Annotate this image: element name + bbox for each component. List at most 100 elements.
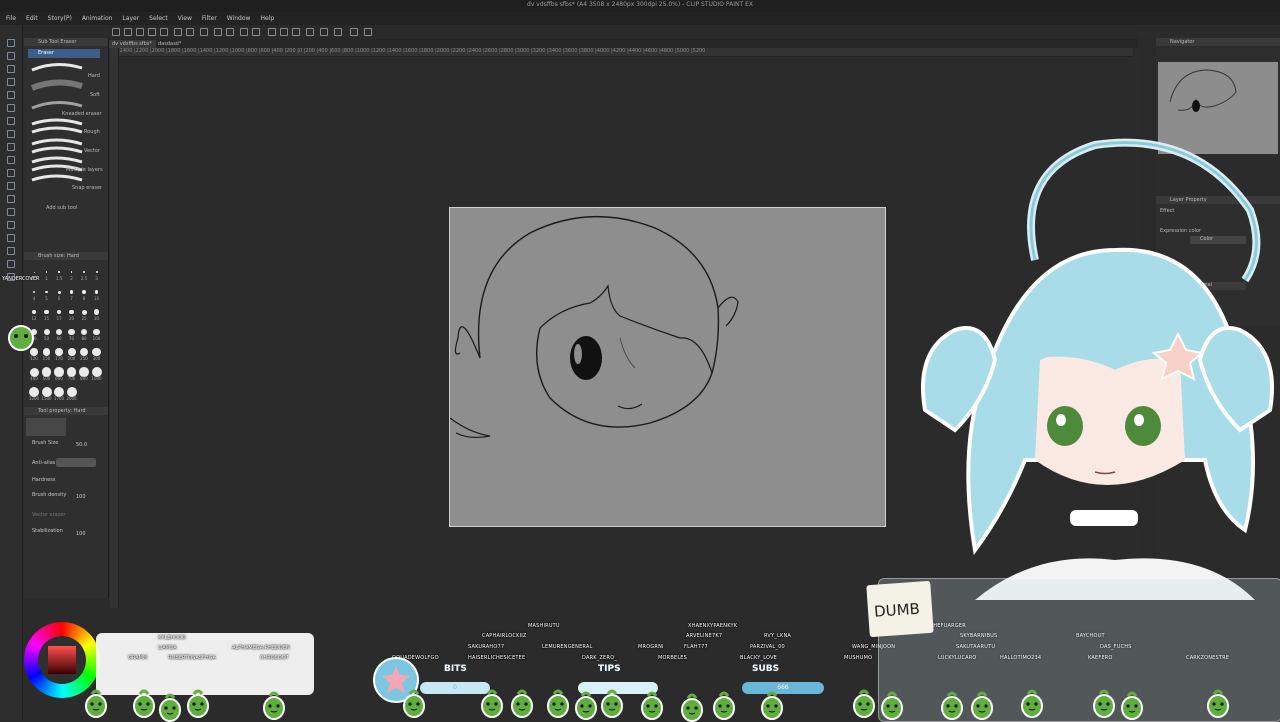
new-file-icon[interactable] (112, 28, 120, 36)
figure-icon[interactable] (7, 247, 15, 255)
canvas-tab[interactable]: dasdasd* (154, 40, 185, 48)
save-icon[interactable] (136, 28, 144, 36)
menu-layer[interactable]: Layer (122, 15, 139, 22)
zoom-icon[interactable] (7, 39, 15, 47)
fill-tool-icon[interactable] (7, 221, 15, 229)
brush-size-cell[interactable]: 4 (28, 284, 40, 304)
stabilization-value[interactable]: 100 (76, 531, 86, 537)
brush-size-cell[interactable]: 700 (66, 364, 78, 384)
brush-size-cell[interactable]: 2000 (66, 384, 78, 404)
add-subtool-button[interactable]: Add sub tool (46, 205, 77, 211)
brush-icon[interactable] (7, 156, 15, 164)
brush-size-cell[interactable]: 170 (53, 344, 65, 364)
brush-size-cell[interactable]: 60 (53, 324, 65, 344)
brush-size-cell[interactable]: 10 (91, 284, 103, 304)
perspective-icon[interactable] (306, 28, 314, 36)
brush-size-cell[interactable]: 6 (53, 284, 65, 304)
subtool-snap[interactable]: Snap eraser (72, 185, 102, 191)
brush-size-cell[interactable]: 30 (91, 304, 103, 324)
menu-help[interactable]: Help (260, 15, 274, 22)
deselect-icon[interactable] (240, 28, 248, 36)
brush-size-cell[interactable]: 80 (78, 324, 90, 344)
brush-size-cell[interactable]: 50 (41, 324, 53, 344)
subtool-group[interactable]: Eraser (28, 49, 100, 58)
color-square[interactable] (48, 646, 76, 674)
menu-file[interactable]: File (6, 15, 16, 22)
anti-alias-selector[interactable] (56, 458, 96, 467)
brush-size-cell[interactable]: 1.5 (53, 264, 65, 284)
menu-filter[interactable]: Filter (202, 15, 217, 22)
pen-icon[interactable] (7, 130, 15, 138)
brush-size-cell[interactable]: 800 (78, 364, 90, 384)
operation-icon[interactable] (7, 65, 15, 73)
drawing-canvas[interactable] (449, 207, 886, 527)
subtool-vector[interactable]: Vector (84, 148, 100, 154)
subtool-hard[interactable]: Hard (88, 73, 100, 79)
subtool-kneaded[interactable]: Kneaded eraser (62, 111, 102, 117)
brush-size-cell[interactable]: 500 (41, 364, 53, 384)
move-icon[interactable] (7, 52, 15, 60)
menu-animation[interactable]: Animation (82, 15, 113, 22)
menu-select[interactable]: Select (149, 15, 168, 22)
subtool-soft[interactable]: Soft (90, 92, 100, 98)
settings-icon[interactable] (160, 28, 168, 36)
brush-size-cell[interactable]: 1500 (41, 384, 53, 404)
brush-size-cell[interactable]: 1 (41, 264, 53, 284)
subtool-multiple-layers[interactable]: Multiple layers (66, 167, 103, 173)
blend-icon[interactable] (7, 208, 15, 216)
text-edit-icon[interactable] (364, 28, 372, 36)
brush-size-cell[interactable]: 1000 (91, 364, 103, 384)
show-grid-icon[interactable] (334, 28, 342, 36)
brush-size-cell[interactable]: 2 (66, 264, 78, 284)
brush-size-cell[interactable]: 100 (91, 324, 103, 344)
pen-snap-icon[interactable] (268, 28, 276, 36)
brush-size-cell[interactable]: 1200 (28, 384, 40, 404)
brush-size-cell[interactable]: 8 (78, 284, 90, 304)
open-file-icon[interactable] (124, 28, 132, 36)
redo-icon[interactable] (186, 28, 194, 36)
undo-icon[interactable] (174, 28, 182, 36)
brush-size-cell[interactable]: 7 (66, 284, 78, 304)
brush-size-cell[interactable]: 15 (41, 304, 53, 324)
brush-density-value[interactable]: 100 (76, 494, 86, 500)
airbrush-icon[interactable] (7, 169, 15, 177)
eraser-icon[interactable] (7, 195, 15, 203)
special-ruler-icon[interactable] (320, 28, 328, 36)
subtool-rough[interactable]: Rough (84, 129, 100, 135)
brush-size-cell[interactable]: 150 (41, 344, 53, 364)
menu-story[interactable]: Story(P) (48, 15, 72, 22)
brush-size-cell[interactable]: 17 (53, 304, 65, 324)
brush-size-cell[interactable]: 2.5 (78, 264, 90, 284)
frame-icon[interactable] (7, 260, 15, 268)
eyedropper-icon[interactable] (7, 117, 15, 125)
brush-size-cell[interactable]: 20 (66, 304, 78, 324)
gradient-icon[interactable] (7, 234, 15, 242)
menu-edit[interactable]: Edit (26, 15, 38, 22)
pencil-icon[interactable] (7, 143, 15, 151)
brush-size-cell[interactable]: 200 (66, 344, 78, 364)
brush-size-cell[interactable]: 5 (41, 284, 53, 304)
menu-view[interactable]: View (178, 15, 192, 22)
ruler-snap-icon[interactable] (280, 28, 288, 36)
brush-size-cell[interactable]: 70 (66, 324, 78, 344)
selection-icon[interactable] (7, 91, 15, 99)
brush-size-value[interactable]: 50.0 (76, 442, 87, 448)
decoration-icon[interactable] (7, 182, 15, 190)
invert-selection-icon[interactable] (252, 28, 260, 36)
clear-icon[interactable] (200, 28, 208, 36)
canvas-tab-active[interactable]: dv vdsffbs sfbs* (108, 40, 156, 48)
print-icon[interactable] (148, 28, 156, 36)
grid-snap-icon[interactable] (292, 28, 300, 36)
brush-size-cell[interactable]: 300 (91, 344, 103, 364)
menu-window[interactable]: Window (227, 15, 251, 22)
fill-icon[interactable] (214, 28, 222, 36)
brush-size-cell[interactable]: 600 (53, 364, 65, 384)
lasso-icon[interactable] (7, 104, 15, 112)
move-layer-icon[interactable] (7, 78, 15, 86)
brush-size-cell[interactable]: 3 (91, 264, 103, 284)
color-wheel[interactable] (24, 622, 100, 698)
brush-size-cell[interactable]: 400 (28, 364, 40, 384)
layer-color-icon[interactable] (350, 28, 358, 36)
brush-size-cell[interactable]: 250 (78, 344, 90, 364)
brush-size-cell[interactable]: 25 (78, 304, 90, 324)
